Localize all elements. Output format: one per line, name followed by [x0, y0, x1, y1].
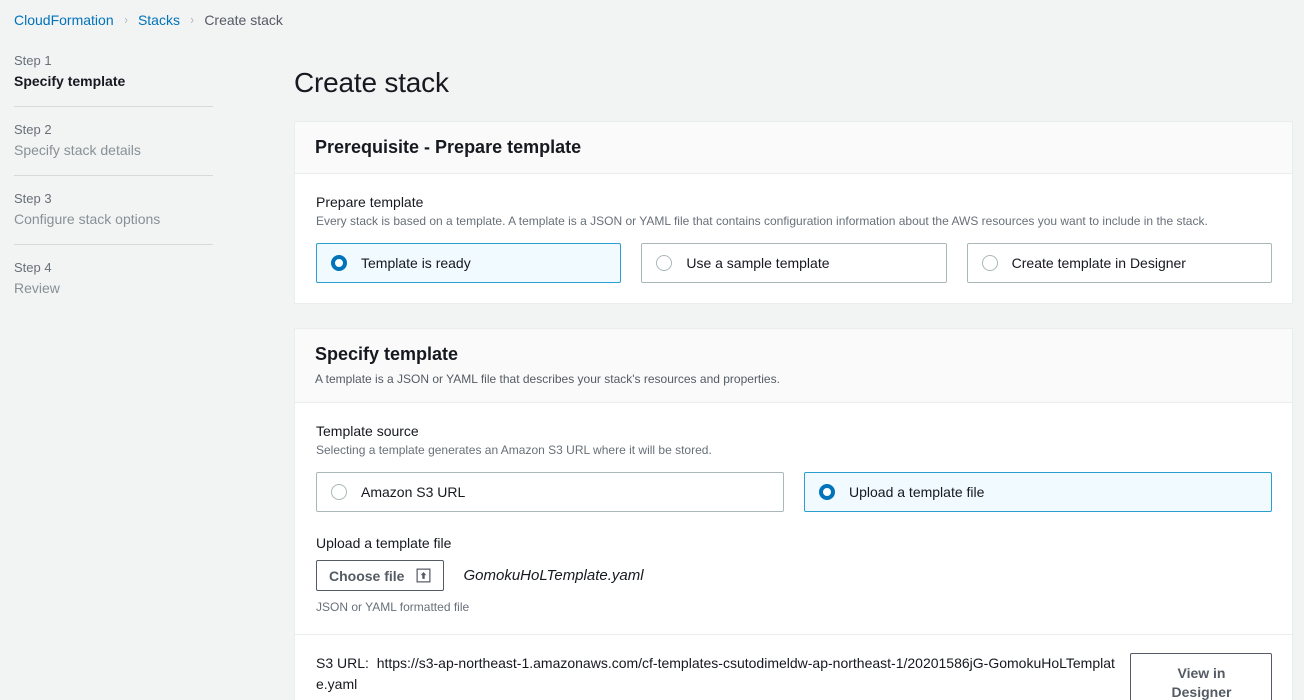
breadcrumb-item-create-stack: Create stack	[204, 11, 283, 28]
radio-icon-selected[interactable]	[331, 255, 347, 271]
sidebar-step-1-number: Step 1	[14, 53, 52, 68]
prerequisite-card-body: Prepare template Every stack is based on…	[295, 174, 1292, 303]
radio-icon-unselected[interactable]	[981, 255, 998, 271]
breadcrumb-separator-icon: ›	[124, 12, 128, 27]
radio-tile-use-a-sample-template-label: Use a sample template	[686, 255, 830, 271]
template-source-label: Template source	[316, 423, 419, 439]
page-title: Create stack	[294, 67, 449, 98]
sidebar-step-1-label: Specify template	[14, 73, 126, 89]
radio-tile-create-template-in-designer[interactable]: Create template in Designer	[966, 243, 1272, 283]
sidebar-step-4-number: Step 4	[14, 260, 52, 275]
sidebar-step-3-label: Configure stack options	[14, 211, 161, 227]
choose-file-button-label: Choose file	[329, 567, 405, 584]
sidebar-step-4[interactable]: Step 4 Review	[14, 259, 228, 298]
prepare-template-label: Prepare template	[316, 194, 424, 210]
radio-tile-create-template-in-designer-label: Create template in Designer	[1011, 255, 1186, 271]
sidebar-step-1[interactable]: Step 1 Specify template	[14, 52, 228, 91]
selected-file-name: GomokuHoLTemplate.yaml	[463, 567, 644, 584]
specify-template-card-subtitle: A template is a JSON or YAML file that d…	[315, 372, 780, 386]
main-content: Create stack Prerequisite - Prepare temp…	[228, 32, 1304, 700]
template-source-radio-group: Amazon S3 URL Upload a template file	[316, 472, 1272, 512]
prerequisite-card: Prerequisite - Prepare template Prepare …	[294, 121, 1293, 304]
breadcrumb-separator-icon: ›	[190, 12, 194, 27]
radio-tile-amazon-s3-url[interactable]: Amazon S3 URL	[316, 472, 784, 512]
upload-format-hint: JSON or YAML formatted file	[316, 600, 470, 614]
sidebar-divider	[14, 175, 213, 176]
s3-url-text: S3 URL: https://s3-ap-northeast-1.amazon…	[316, 653, 1116, 695]
prerequisite-card-title: Prerequisite - Prepare template	[315, 137, 582, 157]
sidebar-step-4-label: Review	[14, 280, 60, 296]
radio-icon-unselected[interactable]	[656, 255, 673, 271]
upload-template-file-block: Upload a template file Choose file Gomok…	[316, 534, 1272, 615]
sidebar-step-2-number: Step 2	[14, 122, 52, 137]
breadcrumb-item-stacks[interactable]: Stacks	[138, 12, 180, 28]
sidebar-divider	[14, 106, 213, 107]
s3-url-label: S3 URL:	[316, 655, 369, 671]
radio-tile-use-a-sample-template[interactable]: Use a sample template	[641, 243, 947, 283]
template-source-description: Selecting a template generates an Amazon…	[316, 443, 712, 457]
choose-file-button[interactable]: Choose file	[316, 560, 445, 591]
specify-template-card-body: Template source Selecting a template gen…	[295, 403, 1293, 700]
specify-template-card-header: Specify template A template is a JSON or…	[295, 329, 1292, 403]
view-in-designer-button[interactable]: View in Designer	[1130, 653, 1272, 700]
upload-template-file-label: Upload a template file	[316, 535, 452, 551]
radio-tile-template-is-ready-label: Template is ready	[361, 255, 471, 271]
specify-template-card-title: Specify template	[315, 344, 459, 364]
prepare-template-description: Every stack is based on a template. A te…	[316, 214, 1208, 228]
prepare-template-radio-group: Template is ready Use a sample template …	[316, 243, 1272, 283]
radio-tile-template-is-ready[interactable]: Template is ready	[316, 243, 622, 283]
upload-icon	[416, 568, 431, 583]
breadcrumb: CloudFormation › Stacks › Create stack	[0, 0, 1304, 32]
sidebar-step-2[interactable]: Step 2 Specify stack details	[14, 121, 228, 160]
upload-row: Choose file GomokuHoLTemplate.yaml	[316, 560, 1272, 591]
s3-url-row: S3 URL: https://s3-ap-northeast-1.amazon…	[316, 635, 1272, 700]
wizard-steps-sidebar: Step 1 Specify template Step 2 Specify s…	[0, 32, 228, 298]
page-container: Step 1 Specify template Step 2 Specify s…	[0, 32, 1304, 700]
specify-template-card: Specify template A template is a JSON or…	[294, 328, 1293, 700]
radio-icon-selected[interactable]	[819, 484, 835, 500]
radio-tile-upload-a-template-file[interactable]: Upload a template file	[804, 472, 1272, 512]
sidebar-step-3[interactable]: Step 3 Configure stack options	[14, 190, 228, 229]
sidebar-divider	[14, 244, 213, 245]
breadcrumb-item-cloudformation[interactable]: CloudFormation	[14, 12, 114, 28]
s3-url-value: https://s3-ap-northeast-1.amazonaws.com/…	[316, 655, 1115, 692]
sidebar-step-3-number: Step 3	[14, 191, 52, 206]
radio-icon-unselected[interactable]	[331, 484, 347, 500]
radio-tile-amazon-s3-url-label: Amazon S3 URL	[361, 484, 466, 500]
sidebar-step-2-label: Specify stack details	[14, 142, 141, 158]
prerequisite-card-header: Prerequisite - Prepare template	[295, 122, 1292, 174]
radio-tile-upload-a-template-file-label: Upload a template file	[849, 484, 985, 500]
